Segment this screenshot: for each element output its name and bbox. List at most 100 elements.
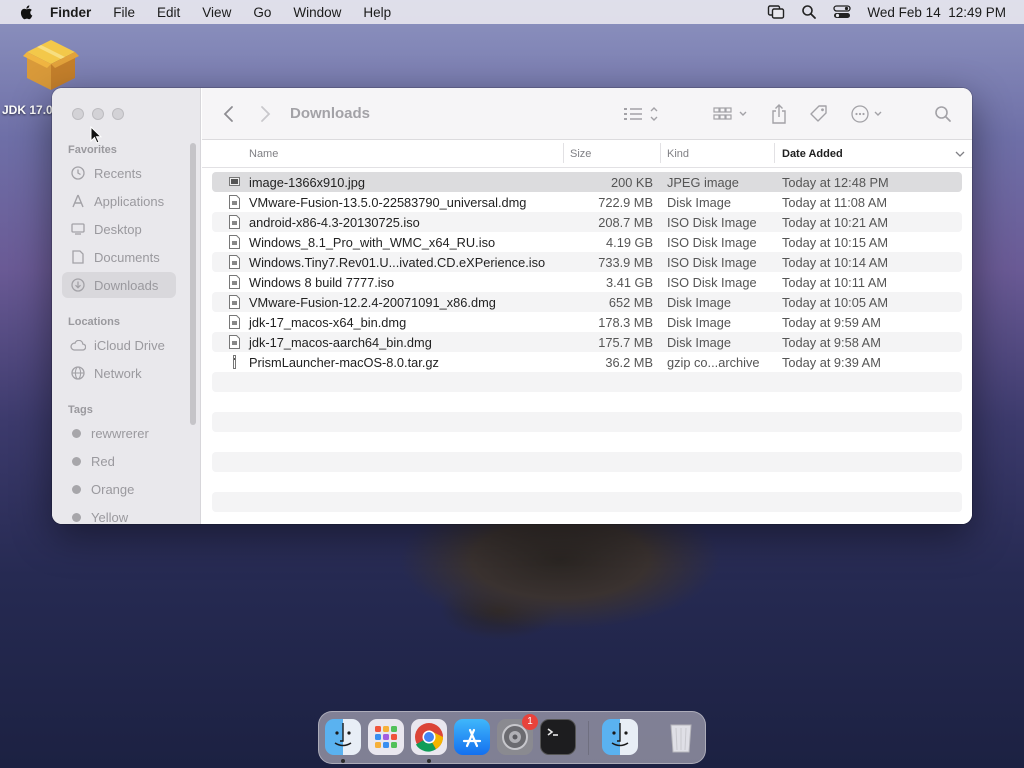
menu-view[interactable]: View (202, 5, 231, 20)
close-button[interactable] (72, 108, 84, 120)
menu-file[interactable]: File (113, 5, 135, 20)
dock-chrome-icon[interactable] (411, 719, 447, 755)
sidebar-scrollbar[interactable] (190, 143, 196, 425)
view-mode-button[interactable] (622, 102, 662, 126)
file-name: image-1366x910.jpg (249, 175, 365, 190)
menu-go[interactable]: Go (253, 5, 271, 20)
menubar-clock[interactable]: Wed Feb 14 12:49 PM (867, 5, 1006, 20)
column-separator[interactable] (774, 143, 775, 163)
column-kind[interactable]: Kind (667, 148, 689, 160)
minimize-button[interactable] (92, 108, 104, 120)
sidebar-tag-rewwrerer[interactable]: rewwrerer (72, 426, 149, 441)
file-name: android-x86-4.3-20130725.iso (249, 215, 420, 230)
tags-button[interactable] (808, 102, 830, 126)
sidebar-tag-label: Red (91, 454, 115, 469)
zoom-button[interactable] (112, 108, 124, 120)
sidebar-item-documents[interactable]: Documents (62, 244, 176, 270)
control-center-icon[interactable] (833, 4, 852, 20)
menu-window[interactable]: Window (293, 5, 341, 20)
window-controls (72, 108, 124, 120)
menu-help[interactable]: Help (363, 5, 391, 20)
file-row[interactable]: Windows 8 build 7777.iso 3.41 GB ISO Dis… (212, 272, 962, 292)
file-row[interactable]: image-1366x910.jpg 200 KB JPEG image Tod… (212, 172, 962, 192)
file-row[interactable]: Windows_8.1_Pro_with_WMC_x64_RU.iso 4.19… (212, 232, 962, 252)
file-date-added: Today at 10:15 AM (782, 235, 888, 250)
notification-badge: 1 (522, 714, 538, 730)
file-name: Windows 8 build 7777.iso (249, 275, 395, 290)
globe-icon (71, 366, 85, 380)
file-size: 3.41 GB (606, 275, 653, 290)
file-row[interactable]: android-x86-4.3-20130725.iso 208.7 MB IS… (212, 212, 962, 232)
file-date-added: Today at 9:39 AM (782, 355, 881, 370)
file-row[interactable]: Windows.Tiny7.Rev01.U...ivated.CD.eXPeri… (212, 252, 962, 272)
sidebar-item-label: Downloads (94, 277, 159, 293)
column-name[interactable]: Name (249, 148, 278, 160)
column-date-added[interactable]: Date Added (782, 148, 843, 160)
column-separator[interactable] (563, 143, 564, 163)
file-size: 652 MB (608, 295, 653, 310)
file-date-added: Today at 11:08 AM (782, 195, 888, 210)
file-size: 208.7 MB (598, 215, 653, 230)
sidebar-item-icloud-drive[interactable]: iCloud Drive (62, 332, 176, 358)
tag-dot-icon (72, 457, 81, 466)
file-date-added: Today at 9:59 AM (782, 315, 881, 330)
dock-finder-icon[interactable] (325, 719, 361, 755)
dock-app-store-icon[interactable] (454, 719, 490, 755)
group-button[interactable] (712, 102, 750, 126)
finder-window: Favorites Recents Applications Desktop D… (52, 88, 972, 524)
app-store-icon (462, 728, 482, 748)
file-row[interactable]: VMware-Fusion-13.5.0-22583790_universal.… (212, 192, 962, 212)
sidebar-item-label: Recents (94, 165, 142, 181)
sidebar-item-network[interactable]: Network (62, 360, 176, 386)
running-indicator (427, 759, 431, 763)
sidebar-tag-label: Orange (91, 482, 135, 497)
package-icon (23, 40, 79, 90)
sidebar-tag-red[interactable]: Red (72, 454, 115, 469)
file-size: 722.9 MB (598, 195, 653, 210)
sidebar-item-recents[interactable]: Recents (62, 160, 176, 186)
empty-row (212, 472, 962, 492)
document-icon (72, 250, 84, 264)
dock-system-settings-icon[interactable]: 1 (497, 714, 538, 755)
finder-icon (611, 723, 629, 747)
file-row[interactable]: jdk-17_macos-x64_bin.dmg 178.3 MB Disk I… (212, 312, 962, 332)
sidebar-item-downloads[interactable]: Downloads (62, 272, 176, 298)
menu-app-finder[interactable]: Finder (50, 5, 91, 20)
search-button[interactable] (934, 102, 952, 126)
file-row[interactable]: VMware-Fusion-12.2.4-20071091_x86.dmg 65… (212, 292, 962, 312)
file-kind: Disk Image (667, 335, 732, 350)
dock-divider (588, 721, 589, 755)
sidebar-heading-locations: Locations (68, 316, 120, 328)
share-button[interactable] (770, 102, 788, 126)
column-size[interactable]: Size (570, 148, 591, 160)
menu-edit[interactable]: Edit (157, 5, 180, 20)
sidebar-tag-label: rewwrerer (91, 426, 149, 441)
dock-terminal-icon[interactable] (540, 719, 576, 755)
sidebar-tag-yellow[interactable]: Yellow (72, 510, 128, 524)
back-button[interactable] (222, 102, 236, 126)
disk-image-file-icon (229, 255, 240, 269)
sidebar-item-label: Desktop (94, 221, 142, 237)
sidebar-tag-orange[interactable]: Orange (72, 482, 134, 497)
dock-launchpad-icon[interactable] (368, 719, 404, 755)
screen-mirroring-icon[interactable] (767, 4, 785, 20)
sort-chevron-down-icon[interactable] (955, 151, 965, 158)
spotlight-search-icon[interactable] (801, 4, 817, 20)
column-separator[interactable] (660, 143, 661, 163)
trash-icon (670, 724, 692, 753)
terminal-icon (547, 728, 558, 736)
dock-trash-icon[interactable] (663, 719, 699, 755)
file-row[interactable]: jdk-17_macos-aarch64_bin.dmg 175.7 MB Di… (212, 332, 962, 352)
file-row[interactable]: PrismLauncher-macOS-8.0.tar.gz 36.2 MB g… (212, 352, 962, 372)
toolbar: Downloads (202, 88, 972, 140)
apple-menu-icon[interactable] (18, 3, 36, 21)
file-name: jdk-17_macos-x64_bin.dmg (249, 315, 407, 330)
sidebar-item-label: iCloud Drive (94, 337, 165, 353)
actions-button[interactable] (850, 102, 886, 126)
sidebar-item-applications[interactable]: Applications (62, 188, 176, 214)
sidebar-tag-label: Yellow (91, 510, 129, 524)
dock-minimized-finder-window[interactable] (602, 719, 638, 755)
forward-button[interactable] (258, 102, 272, 126)
sidebar-item-desktop[interactable]: Desktop (62, 216, 176, 242)
image-file-icon (229, 177, 240, 186)
